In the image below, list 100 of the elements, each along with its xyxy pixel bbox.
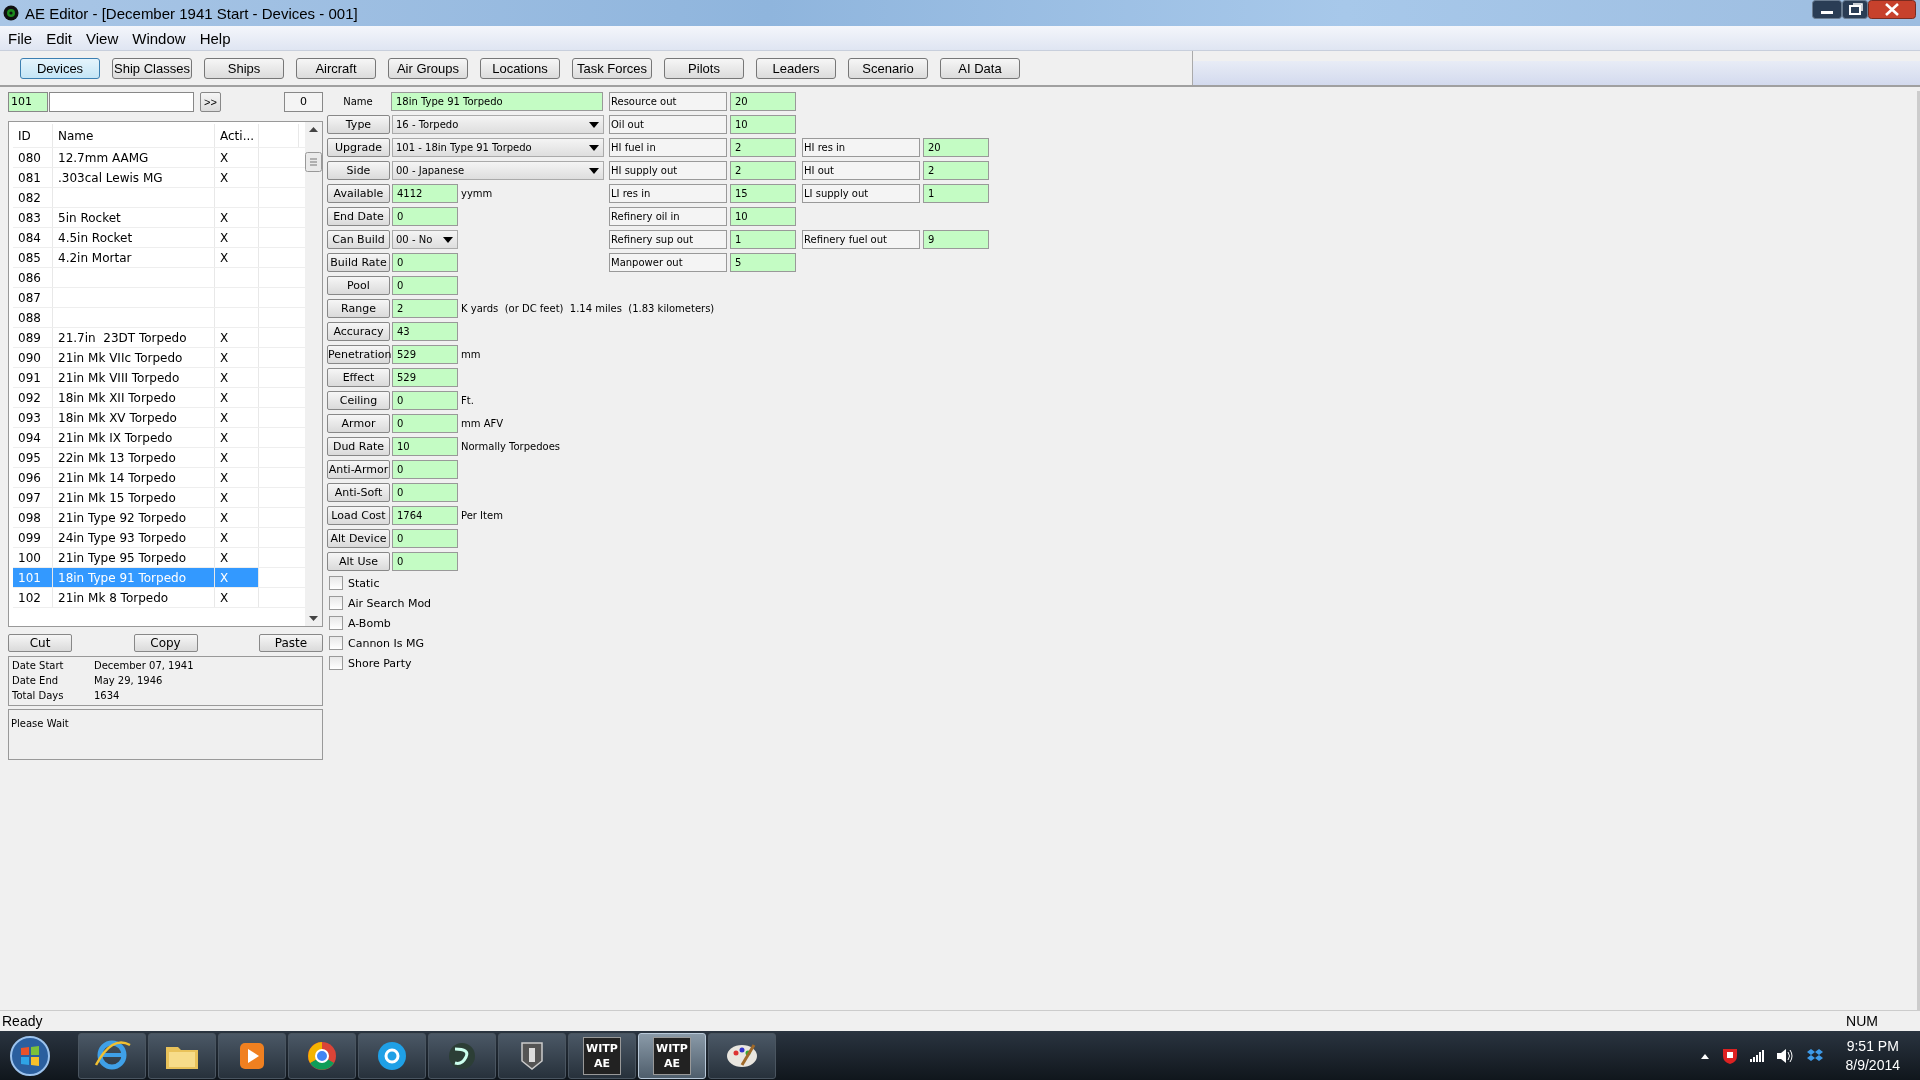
column-header[interactable]: ID: [13, 124, 53, 147]
menu-item[interactable]: File: [2, 29, 41, 47]
search-field[interactable]: [49, 92, 194, 112]
taskbar-button[interactable]: [148, 1032, 216, 1079]
checkbox[interactable]: [329, 596, 343, 610]
resource-field[interactable]: 1: [923, 184, 989, 203]
input-field[interactable]: 43: [392, 322, 458, 341]
field-button[interactable]: Can Build: [327, 230, 390, 249]
taskbar-button[interactable]: [498, 1032, 566, 1079]
field-button[interactable]: Load Cost: [327, 506, 390, 525]
resource-field[interactable]: 20: [923, 138, 989, 157]
resource-field[interactable]: 1: [730, 230, 796, 249]
checkbox[interactable]: [329, 636, 343, 650]
input-field[interactable]: 0: [392, 483, 458, 502]
field-button[interactable]: Type: [327, 115, 390, 134]
input-field[interactable]: 0: [392, 529, 458, 548]
scroll-thumb[interactable]: [305, 152, 322, 172]
field-button[interactable]: Pool: [327, 276, 390, 295]
input-field[interactable]: 0: [392, 391, 458, 410]
dropdown[interactable]: 16 - Torpedo: [392, 115, 604, 134]
clipboard-button[interactable]: Paste: [259, 634, 323, 652]
field-button[interactable]: Penetration: [327, 345, 390, 364]
shield-icon[interactable]: [1721, 1046, 1738, 1065]
tab[interactable]: AI Data: [940, 57, 1020, 79]
menu-item[interactable]: Edit: [40, 29, 81, 47]
close-button[interactable]: [1868, 0, 1916, 19]
input-field[interactable]: 529: [392, 345, 458, 364]
tab[interactable]: Aircraft: [296, 57, 376, 79]
input-field[interactable]: 529: [392, 368, 458, 387]
input-field[interactable]: 0: [392, 253, 458, 272]
taskbar-button[interactable]: [708, 1032, 776, 1079]
resource-field[interactable]: 20: [730, 92, 796, 111]
dropdown[interactable]: 101 - 18in Type 91 Torpedo: [392, 138, 604, 157]
field-button[interactable]: Upgrade: [327, 138, 390, 157]
field-button[interactable]: Ceiling: [327, 391, 390, 410]
resource-field[interactable]: 10: [730, 207, 796, 226]
input-field[interactable]: 0: [392, 207, 458, 226]
field-button[interactable]: Build Rate: [327, 253, 390, 272]
tab[interactable]: Scenario: [848, 57, 928, 79]
field-button[interactable]: Anti-Armor: [327, 460, 390, 479]
tab[interactable]: Task Forces: [572, 57, 652, 79]
input-field[interactable]: 10: [392, 437, 458, 456]
resource-field[interactable]: 10: [730, 115, 796, 134]
checkbox[interactable]: [329, 576, 343, 590]
signal-icon[interactable]: [1749, 1049, 1764, 1062]
minimize-button[interactable]: [1812, 0, 1842, 19]
field-button[interactable]: End Date: [327, 207, 390, 226]
tab[interactable]: Leaders: [756, 57, 836, 79]
resource-field[interactable]: 9: [923, 230, 989, 249]
resource-field[interactable]: 2: [923, 161, 989, 180]
field-button[interactable]: Alt Device: [327, 529, 390, 548]
clipboard-button[interactable]: Copy: [133, 634, 198, 652]
field-button[interactable]: Accuracy: [327, 322, 390, 341]
name-field[interactable]: 18in Type 91 Torpedo: [391, 92, 603, 111]
taskbar-button[interactable]: WITP AE: [638, 1032, 706, 1079]
dropdown[interactable]: 00 - No: [392, 230, 458, 249]
input-field[interactable]: 0: [392, 460, 458, 479]
menu-item[interactable]: Window: [126, 29, 194, 47]
dropdown[interactable]: 00 - Japanese: [392, 161, 604, 180]
input-field[interactable]: 0: [392, 552, 458, 571]
go-button[interactable]: >>: [200, 92, 221, 112]
taskbar-button[interactable]: [288, 1032, 356, 1079]
input-field[interactable]: 2: [392, 299, 458, 318]
tab[interactable]: Locations: [480, 57, 560, 79]
field-button[interactable]: Effect: [327, 368, 390, 387]
speaker-icon[interactable]: [1775, 1047, 1794, 1064]
taskbar-button[interactable]: WITP AE: [568, 1032, 636, 1079]
column-header[interactable]: Name: [53, 124, 215, 147]
tab[interactable]: Air Groups: [388, 57, 468, 79]
box-icon[interactable]: [1805, 1047, 1824, 1064]
resource-field[interactable]: 5: [730, 253, 796, 272]
taskbar-button[interactable]: [358, 1032, 426, 1079]
resource-field[interactable]: 2: [730, 138, 796, 157]
id-field[interactable]: 101: [8, 92, 48, 112]
field-button[interactable]: Dud Rate: [327, 437, 390, 456]
maximize-button[interactable]: [1842, 0, 1868, 19]
input-field[interactable]: 4112: [392, 184, 458, 203]
clipboard-button[interactable]: Cut: [8, 634, 72, 652]
taskbar-button[interactable]: [218, 1032, 286, 1079]
resource-field[interactable]: 2: [730, 161, 796, 180]
clock[interactable]: 9:51 PM 8/9/2014: [1845, 1036, 1900, 1075]
field-button[interactable]: Anti-Soft: [327, 483, 390, 502]
column-header[interactable]: Acti...: [215, 124, 259, 147]
start-button[interactable]: [8, 1033, 52, 1078]
taskbar-button[interactable]: [78, 1032, 146, 1079]
input-field[interactable]: 0: [392, 276, 458, 295]
menu-item[interactable]: View: [80, 29, 127, 47]
checkbox[interactable]: [329, 616, 343, 630]
field-button[interactable]: Armor: [327, 414, 390, 433]
tab[interactable]: Ships: [204, 57, 284, 79]
menu-item[interactable]: Help: [193, 29, 239, 47]
field-button[interactable]: Alt Use: [327, 552, 390, 571]
checkbox[interactable]: [329, 656, 343, 670]
field-button[interactable]: Range: [327, 299, 390, 318]
scrollbar[interactable]: [305, 122, 322, 626]
tab[interactable]: Devices: [20, 57, 100, 79]
field-button[interactable]: Available: [327, 184, 390, 203]
input-field[interactable]: 0: [392, 414, 458, 433]
input-field[interactable]: 1764: [392, 506, 458, 525]
tab[interactable]: Pilots: [664, 57, 744, 79]
